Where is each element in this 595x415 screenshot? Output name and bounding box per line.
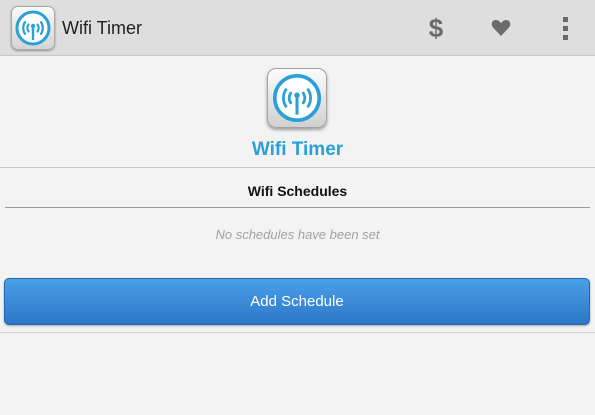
empty-state-message: No schedules have been set xyxy=(215,227,380,242)
heart-icon xyxy=(491,20,511,36)
header-panel: Wifi Timer xyxy=(0,57,595,168)
divider xyxy=(5,207,590,208)
donate-button[interactable]: $ xyxy=(408,0,464,56)
overflow-menu-button[interactable] xyxy=(537,0,593,56)
add-schedule-label: Add Schedule xyxy=(250,293,344,310)
app-logo xyxy=(267,68,327,128)
section-heading: Wifi Schedules xyxy=(247,183,348,199)
page-title: Wifi Timer xyxy=(251,139,344,160)
overflow-menu-icon xyxy=(562,16,568,40)
app-title: Wifi Timer xyxy=(62,18,142,38)
divider xyxy=(0,332,595,333)
app-icon[interactable] xyxy=(11,6,55,50)
action-bar: Wifi Timer $ xyxy=(0,0,595,56)
dollar-icon: $ xyxy=(428,12,444,43)
add-schedule-button[interactable]: Add Schedule xyxy=(4,278,590,325)
wifi-signal-icon xyxy=(272,73,322,123)
wifi-signal-icon xyxy=(15,10,51,46)
favorite-button[interactable] xyxy=(473,0,529,56)
